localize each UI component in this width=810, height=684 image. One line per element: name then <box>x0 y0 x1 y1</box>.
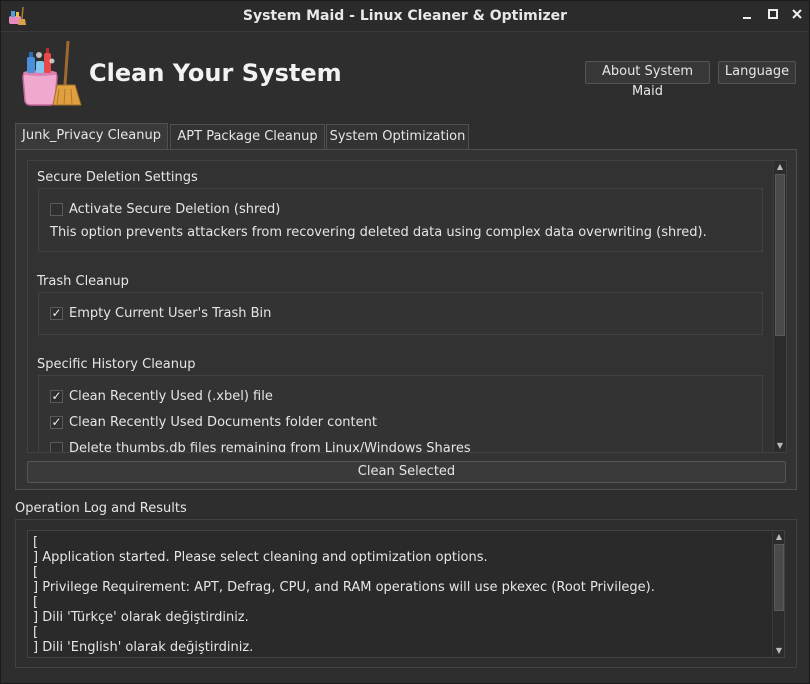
log-scroll-up-arrow-icon[interactable]: ▲ <box>773 531 784 543</box>
tab-apt-package[interactable]: APT Package Cleanup <box>170 124 325 149</box>
log-group: [ ] Application started. Please select c… <box>15 519 797 668</box>
log-line: [ <box>33 565 39 580</box>
log-line: ] Privilege Requirement: APT, Defrag, CP… <box>33 580 655 595</box>
app-window: System Maid - Linux Cleaner & Optimizer … <box>0 0 810 684</box>
log-line: ] Application started. Please select cle… <box>33 550 488 565</box>
log-line: [ <box>33 595 39 610</box>
language-button[interactable]: Language <box>718 61 796 84</box>
empty-trash-label: Empty Current User's Trash Bin <box>69 306 272 321</box>
tab-system-optimization[interactable]: System Optimization <box>326 124 469 149</box>
options-scrollbar[interactable]: ▲ ▼ <box>773 161 786 452</box>
close-button[interactable] <box>788 7 806 25</box>
history-xbel-checkbox[interactable]: ✓ <box>50 390 63 403</box>
broom-bucket-logo <box>22 40 82 106</box>
scroll-up-arrow-icon[interactable]: ▲ <box>774 161 786 173</box>
maximize-button[interactable] <box>764 7 782 25</box>
history-thumbs-checkbox[interactable] <box>50 442 63 452</box>
secure-deletion-title: Secure Deletion Settings <box>37 170 198 185</box>
minimize-button[interactable] <box>738 7 756 25</box>
log-scrollbar-thumb[interactable] <box>774 544 784 611</box>
secure-deletion-checkbox[interactable] <box>50 203 63 216</box>
log-line: [ <box>33 535 39 550</box>
log-line: ] Dili 'English' olarak değiştirdiniz. <box>33 640 254 655</box>
trash-cleanup-group: ✓ Empty Current User's Trash Bin <box>38 292 763 335</box>
log-title: Operation Log and Results <box>15 501 187 516</box>
close-icon <box>792 9 802 19</box>
log-output[interactable]: [ ] Application started. Please select c… <box>27 530 785 658</box>
clean-selected-button[interactable]: Clean Selected <box>27 461 786 483</box>
history-thumbs-label: Delete thumbs.db files remaining from Li… <box>69 441 471 453</box>
secure-deletion-help: This option prevents attackers from reco… <box>50 225 707 240</box>
window-title: System Maid - Linux Cleaner & Optimizer <box>242 8 568 24</box>
tab-panel: Secure Deletion Settings Activate Secure… <box>15 149 797 490</box>
history-xbel-label: Clean Recently Used (.xbel) file <box>69 389 273 404</box>
history-documents-checkbox[interactable]: ✓ <box>50 416 63 429</box>
log-scrollbar[interactable]: ▲ ▼ <box>772 531 784 657</box>
maximize-icon <box>768 9 778 19</box>
history-documents-label: Clean Recently Used Documents folder con… <box>69 415 377 430</box>
empty-trash-checkbox[interactable]: ✓ <box>50 307 63 320</box>
log-line: [ <box>33 625 39 640</box>
secure-deletion-label: Activate Secure Deletion (shred) <box>69 202 281 217</box>
history-cleanup-title: Specific History Cleanup <box>37 357 196 372</box>
trash-cleanup-title: Trash Cleanup <box>37 274 129 289</box>
scroll-down-arrow-icon[interactable]: ▼ <box>774 440 786 452</box>
scrollbar-thumb[interactable] <box>775 174 785 336</box>
title-bar[interactable]: System Maid - Linux Cleaner & Optimizer <box>1 1 809 32</box>
history-cleanup-group: ✓ Clean Recently Used (.xbel) file ✓ Cle… <box>38 375 763 453</box>
options-scroll-area[interactable]: Secure Deletion Settings Activate Secure… <box>27 160 787 453</box>
log-scroll-down-arrow-icon[interactable]: ▼ <box>773 645 784 657</box>
about-button[interactable]: About System Maid <box>585 61 710 99</box>
page-title: Clean Your System <box>89 59 342 87</box>
tab-junk-privacy[interactable]: Junk_Privacy Cleanup <box>15 123 168 150</box>
secure-deletion-group: Activate Secure Deletion (shred) This op… <box>38 188 763 252</box>
log-line: ] Dili 'Türkçe' olarak değiştirdiniz. <box>33 610 249 625</box>
minimize-icon <box>743 17 751 19</box>
